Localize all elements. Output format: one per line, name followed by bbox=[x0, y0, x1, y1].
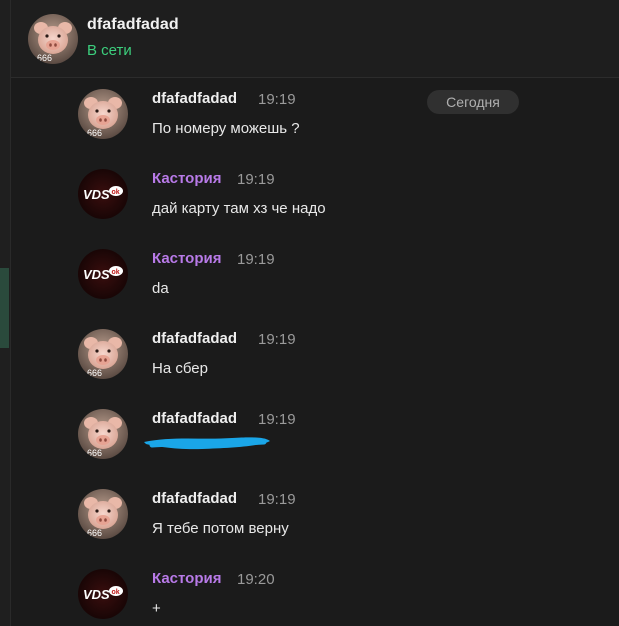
message-text: На сбер bbox=[152, 360, 208, 377]
message-text: По номеру можешь ? bbox=[152, 120, 300, 137]
message-row[interactable]: 666 dfafadfadad 19:19 bbox=[78, 402, 598, 478]
message-text: Я тебе потом верну bbox=[152, 520, 289, 537]
message-row[interactable]: VDS ok Кастория 19:20 + bbox=[78, 562, 598, 626]
vds-logo-avatar-icon[interactable]: VDS ok bbox=[78, 249, 128, 299]
svg-text:ok: ok bbox=[112, 589, 120, 596]
message-text: дай карту там хз че надо bbox=[152, 200, 326, 217]
message-time: 19:19 bbox=[258, 491, 296, 508]
redaction-scribble bbox=[142, 432, 272, 461]
svg-text:ok: ok bbox=[112, 189, 120, 196]
message-text: da bbox=[152, 280, 169, 297]
message-author[interactable]: Кастория bbox=[152, 570, 221, 587]
pig-avatar-icon[interactable]: 666 bbox=[78, 409, 128, 459]
message-row[interactable]: 666 dfafadfadad 19:19 Я тебе потом верну bbox=[78, 482, 598, 558]
svg-text:666: 666 bbox=[87, 368, 102, 378]
message-author[interactable]: dfafadfadad bbox=[152, 490, 237, 507]
message-time: 19:19 bbox=[258, 411, 296, 428]
chat-title: dfafadfadad bbox=[87, 16, 179, 33]
avatar-tag: 666 bbox=[37, 53, 52, 63]
pig-avatar-icon[interactable]: 666 bbox=[28, 14, 78, 64]
chat-header[interactable]: 666 dfafadfadad В сети bbox=[11, 0, 619, 78]
message-time: 19:19 bbox=[258, 331, 296, 348]
message-time: 19:19 bbox=[237, 251, 275, 268]
svg-text:666: 666 bbox=[87, 128, 102, 138]
svg-text:666: 666 bbox=[87, 528, 102, 538]
online-status: В сети bbox=[87, 42, 132, 59]
message-author[interactable]: dfafadfadad bbox=[152, 90, 237, 107]
message-author[interactable]: dfafadfadad bbox=[152, 410, 237, 427]
svg-text:666: 666 bbox=[87, 448, 102, 458]
svg-text:VDS: VDS bbox=[83, 187, 110, 202]
svg-text:VDS: VDS bbox=[83, 267, 110, 282]
svg-text:ok: ok bbox=[112, 269, 120, 276]
message-author[interactable]: Кастория bbox=[152, 170, 221, 187]
vds-logo-avatar-icon[interactable]: VDS ok bbox=[78, 569, 128, 619]
message-row[interactable]: VDS ok Кастория 19:19 дай карту там хз че … bbox=[78, 162, 598, 238]
message-row[interactable]: VDS ok Кастория 19:19 da bbox=[78, 242, 598, 318]
message-author[interactable]: dfafadfadad bbox=[152, 330, 237, 347]
pig-avatar-icon[interactable]: 666 bbox=[78, 89, 128, 139]
svg-text:VDS: VDS bbox=[83, 587, 110, 602]
message-row[interactable]: 666 dfafadfadad 19:19 По номеру можешь ? bbox=[78, 82, 598, 158]
vds-logo-avatar-icon[interactable]: VDS ok bbox=[78, 169, 128, 219]
pig-avatar-icon[interactable]: 666 bbox=[78, 489, 128, 539]
message-time: 19:19 bbox=[258, 91, 296, 108]
selected-chat-indicator bbox=[0, 268, 9, 348]
message-time: 19:19 bbox=[237, 171, 275, 188]
pig-avatar-icon[interactable]: 666 bbox=[78, 329, 128, 379]
message-row[interactable]: 666 dfafadfadad 19:19 На сбер bbox=[78, 322, 598, 398]
message-time: 19:20 bbox=[237, 571, 275, 588]
message-author[interactable]: Кастория bbox=[152, 250, 221, 267]
chat-window: 666 dfafadfadad В сети Сегодня 666 dfafa… bbox=[0, 0, 619, 626]
message-text: + bbox=[152, 600, 161, 617]
